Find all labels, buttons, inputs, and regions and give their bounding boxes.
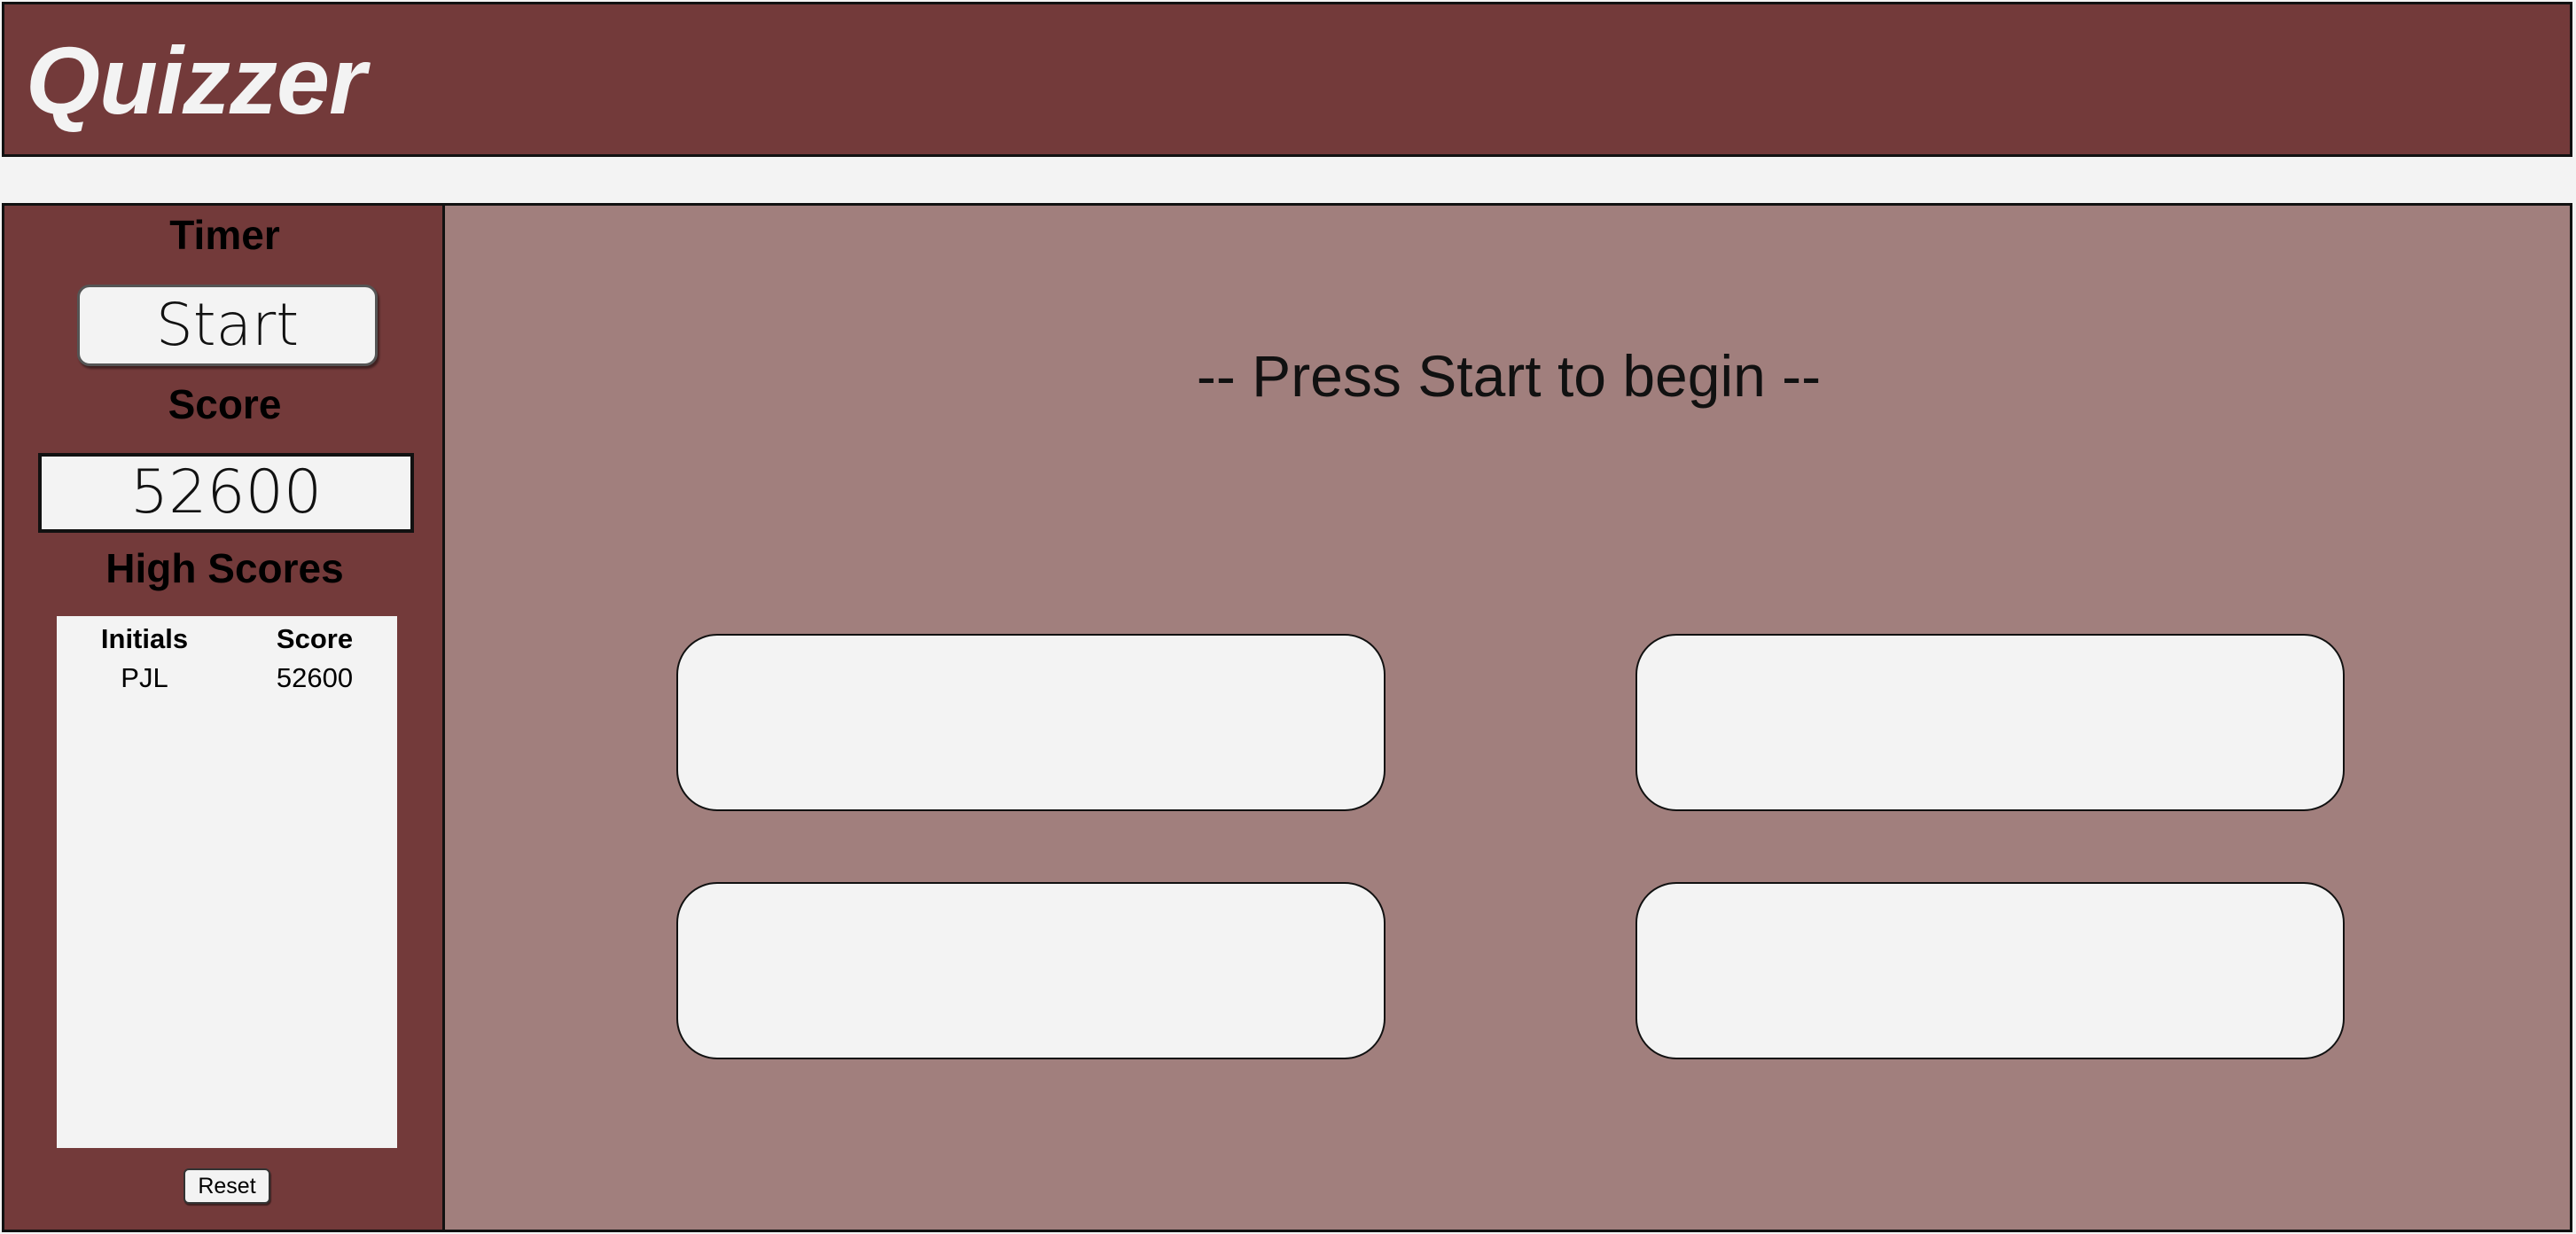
reset-button[interactable]: Reset [183, 1168, 270, 1204]
score-display: 52600 [38, 453, 414, 533]
score-heading: Score [168, 381, 282, 427]
timer-heading: Timer [169, 212, 280, 258]
high-scores-panel[interactable]: Initials Score PJL 52600 [57, 616, 397, 1148]
row-score: 52600 [276, 662, 354, 693]
app-title: Quizzer [26, 27, 366, 134]
table-row: PJL 52600 [57, 659, 397, 698]
high-scores-table: Initials Score PJL 52600 [57, 616, 397, 698]
sidebar: Timer Start Score 52600 High Scores Init… [4, 206, 445, 1230]
answer-button-2[interactable] [1635, 634, 2345, 811]
quiz-prompt: -- Press Start to begin -- [1196, 343, 1822, 409]
app-header: Quizzer [2, 2, 2572, 157]
high-scores-heading: High Scores [105, 545, 344, 591]
quiz-container: Timer Start Score 52600 High Scores Init… [2, 203, 2572, 1232]
answer-button-1[interactable] [676, 634, 1386, 811]
column-header-initials: Initials [100, 623, 189, 654]
answer-button-3[interactable] [676, 882, 1386, 1059]
column-header-score: Score [276, 623, 354, 654]
row-initials: PJL [121, 662, 168, 693]
start-button[interactable]: Start [77, 285, 378, 366]
answer-button-4[interactable] [1635, 882, 2345, 1059]
high-scores-header-row: Initials Score [57, 616, 397, 659]
